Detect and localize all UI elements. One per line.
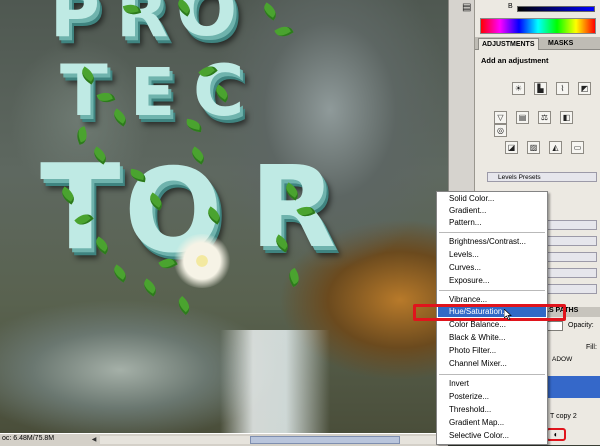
menu-item-gradient[interactable]: Gradient... [449, 206, 486, 215]
letter-t2: T [40, 138, 121, 276]
letter-p: P [50, 0, 100, 53]
annotation-highlight-box [413, 304, 566, 321]
menu-item-black-white[interactable]: Black & White... [449, 333, 505, 342]
menu-item-exposure[interactable]: Exposure... [449, 276, 489, 285]
scroll-left-icon[interactable]: ◀ [90, 436, 98, 444]
adjustments-tabbar: ADJUSTMENTS MASKS [475, 37, 600, 50]
menu-item-gradient-map[interactable]: Gradient Map... [449, 418, 504, 427]
levels-icon[interactable]: ▙ [534, 82, 547, 95]
adjustment-row-2: ▽ ▤ ⚖ ◧ ◎ [494, 111, 600, 137]
document-canvas[interactable]: P R O T E C T O R [0, 0, 448, 433]
letter-e: E [130, 54, 176, 131]
menu-item-invert[interactable]: Invert [449, 379, 469, 388]
menu-separator [439, 232, 545, 233]
adjustment-row-3: ◪ ▨ ◭ ▭ [505, 141, 593, 154]
fill-label: Fill: [586, 344, 597, 351]
mouse-cursor-icon [504, 309, 512, 320]
new-adjustment-layer-button[interactable]: ◐ [546, 428, 566, 441]
status-bar: oc: 6.48M/75.8M ◀ ▶ [0, 433, 448, 446]
menu-item-photo-filter[interactable]: Photo Filter... [449, 346, 496, 355]
menu-item-channel-mixer[interactable]: Channel Mixer... [449, 359, 507, 368]
horizontal-scrollbar[interactable] [100, 436, 440, 444]
threshold-icon[interactable]: ◭ [549, 141, 562, 154]
waterfall-image [220, 330, 330, 433]
menu-separator [439, 290, 545, 291]
history-icon[interactable]: ▤ [462, 2, 471, 13]
white-flower [172, 234, 232, 288]
menu-item-curves[interactable]: Curves... [449, 263, 481, 272]
menu-item-threshold[interactable]: Threshold... [449, 405, 491, 414]
invert-icon[interactable]: ◪ [505, 141, 518, 154]
adjustment-row-1: ☀ ▙ ⌇ ◩ [512, 82, 600, 95]
color-spectrum[interactable] [480, 18, 596, 34]
tab-masks[interactable]: MASKS [545, 38, 576, 49]
letter-r2: R [250, 143, 337, 273]
posterize-icon[interactable]: ▨ [527, 141, 540, 154]
scrollbar-thumb[interactable] [250, 436, 400, 444]
levels-presets[interactable]: Levels Presets [487, 172, 597, 182]
gradient-map-icon[interactable]: ▭ [571, 141, 584, 154]
selected-layer[interactable] [548, 376, 600, 398]
color-balance-icon[interactable]: ⚖ [538, 111, 551, 124]
menu-item-solid-color[interactable]: Solid Color... [449, 194, 494, 203]
menu-item-pattern[interactable]: Pattern... [449, 218, 481, 227]
menu-item-posterize[interactable]: Posterize... [449, 392, 489, 401]
hue-sat-icon[interactable]: ▤ [516, 111, 529, 124]
curves-icon[interactable]: ⌇ [556, 82, 569, 95]
menu-separator [439, 374, 545, 375]
blue-slider[interactable] [517, 6, 595, 12]
photo-filter-icon[interactable]: ◎ [494, 124, 507, 137]
menu-item-selective-color[interactable]: Selective Color... [449, 431, 509, 440]
menu-item-levels[interactable]: Levels... [449, 250, 479, 259]
vibrance-icon[interactable]: ▽ [494, 111, 507, 124]
tab-adjustments[interactable]: ADJUSTMENTS [478, 38, 539, 50]
bw-icon[interactable]: ◧ [560, 111, 573, 124]
menu-item-color-balance[interactable]: Color Balance... [449, 320, 506, 329]
layer-shadow[interactable]: ADOW [552, 356, 572, 363]
menu-item-vibrance[interactable]: Vibrance... [449, 295, 487, 304]
doc-size-readout: oc: 6.48M/75.8M [2, 435, 55, 442]
exposure-icon[interactable]: ◩ [578, 82, 591, 95]
layer-copy-name[interactable]: T copy 2 [550, 413, 577, 420]
menu-item-brightness-contrast[interactable]: Brightness/Contrast... [449, 237, 526, 246]
add-adjustment-label: Add an adjustment [481, 56, 549, 65]
opacity-label: Opacity: [568, 322, 594, 329]
brightness-icon[interactable]: ☀ [512, 82, 525, 95]
slider-label: B [508, 3, 513, 10]
